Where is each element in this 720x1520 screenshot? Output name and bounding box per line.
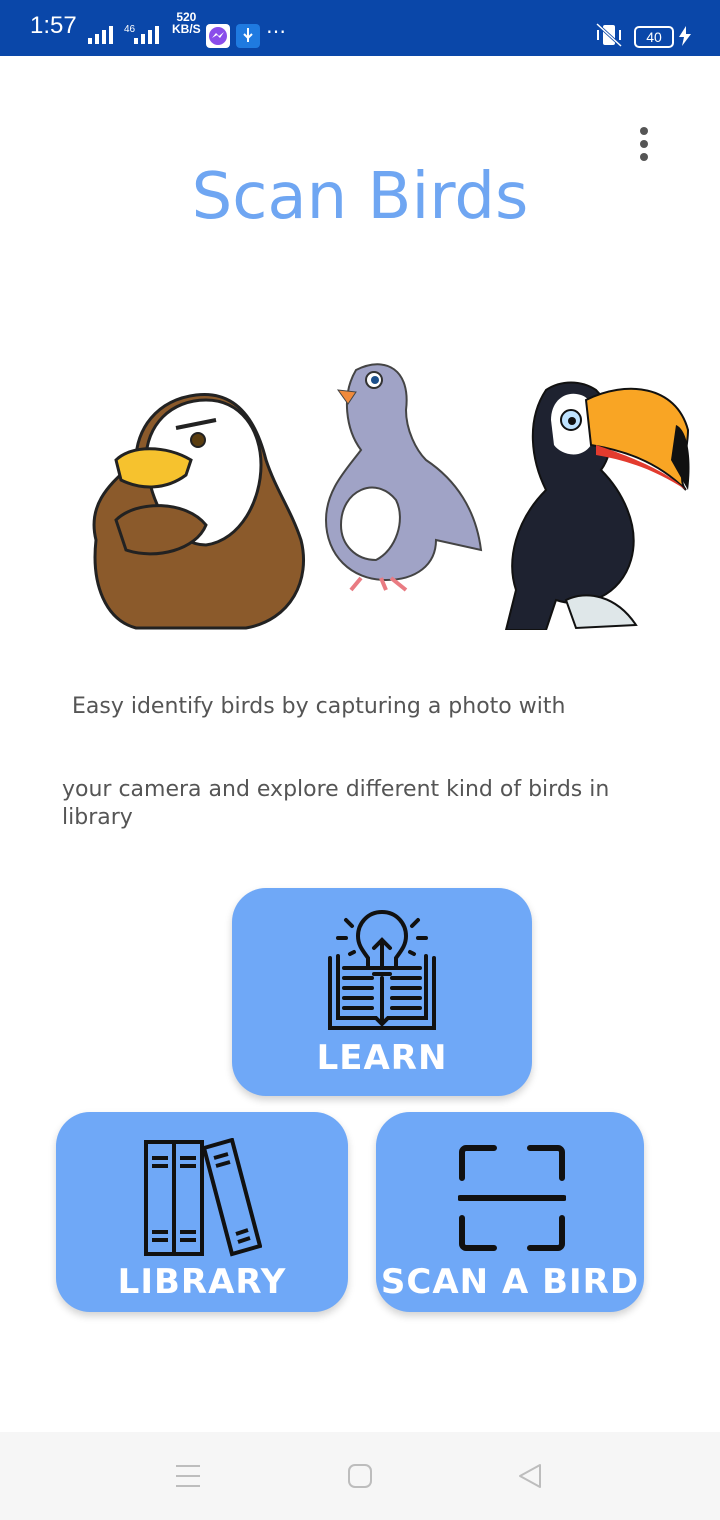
scan-frame-icon <box>458 1145 566 1251</box>
status-bar: 1:57 46 520 KB/S … 40 <box>0 0 720 56</box>
lightbulb-book-icon <box>328 909 436 1030</box>
scan-button[interactable]: SCAN A BIRD <box>376 1112 644 1312</box>
library-button[interactable]: LIBRARY <box>56 1112 348 1312</box>
learn-label: LEARN <box>316 1038 448 1078</box>
description-line-2: your camera and explore different kind o… <box>62 777 610 830</box>
battery-icon: 40 <box>634 26 674 48</box>
birds-illustration <box>92 363 690 630</box>
learn-button[interactable]: LEARN <box>232 888 532 1096</box>
books-icon <box>144 1138 262 1257</box>
recent-apps-icon[interactable] <box>174 1462 202 1490</box>
back-icon[interactable] <box>516 1462 544 1490</box>
charging-icon <box>679 26 691 46</box>
pigeon-image <box>324 363 483 592</box>
net-rate: 520 KB/S <box>172 10 201 36</box>
page-title: Scan Birds <box>191 160 529 234</box>
vibrate-icon <box>595 22 623 48</box>
status-time: 1:57 <box>30 12 77 39</box>
network-type: 46 <box>124 24 136 35</box>
menu-dots-icon[interactable] <box>630 126 658 162</box>
eagle-image <box>92 392 306 630</box>
library-label: LIBRARY <box>117 1262 287 1302</box>
signal-icon: 46 <box>88 24 159 44</box>
messenger-icon <box>206 24 230 48</box>
toucan-image <box>504 381 690 630</box>
usb-icon <box>236 24 260 48</box>
navigation-bar <box>0 1432 720 1520</box>
home-icon[interactable] <box>346 1462 374 1490</box>
description-line-1: Easy identify birds by capturing a photo… <box>72 694 566 719</box>
more-notifications-icon: … <box>266 14 286 38</box>
scan-label: SCAN A BIRD <box>380 1262 640 1302</box>
